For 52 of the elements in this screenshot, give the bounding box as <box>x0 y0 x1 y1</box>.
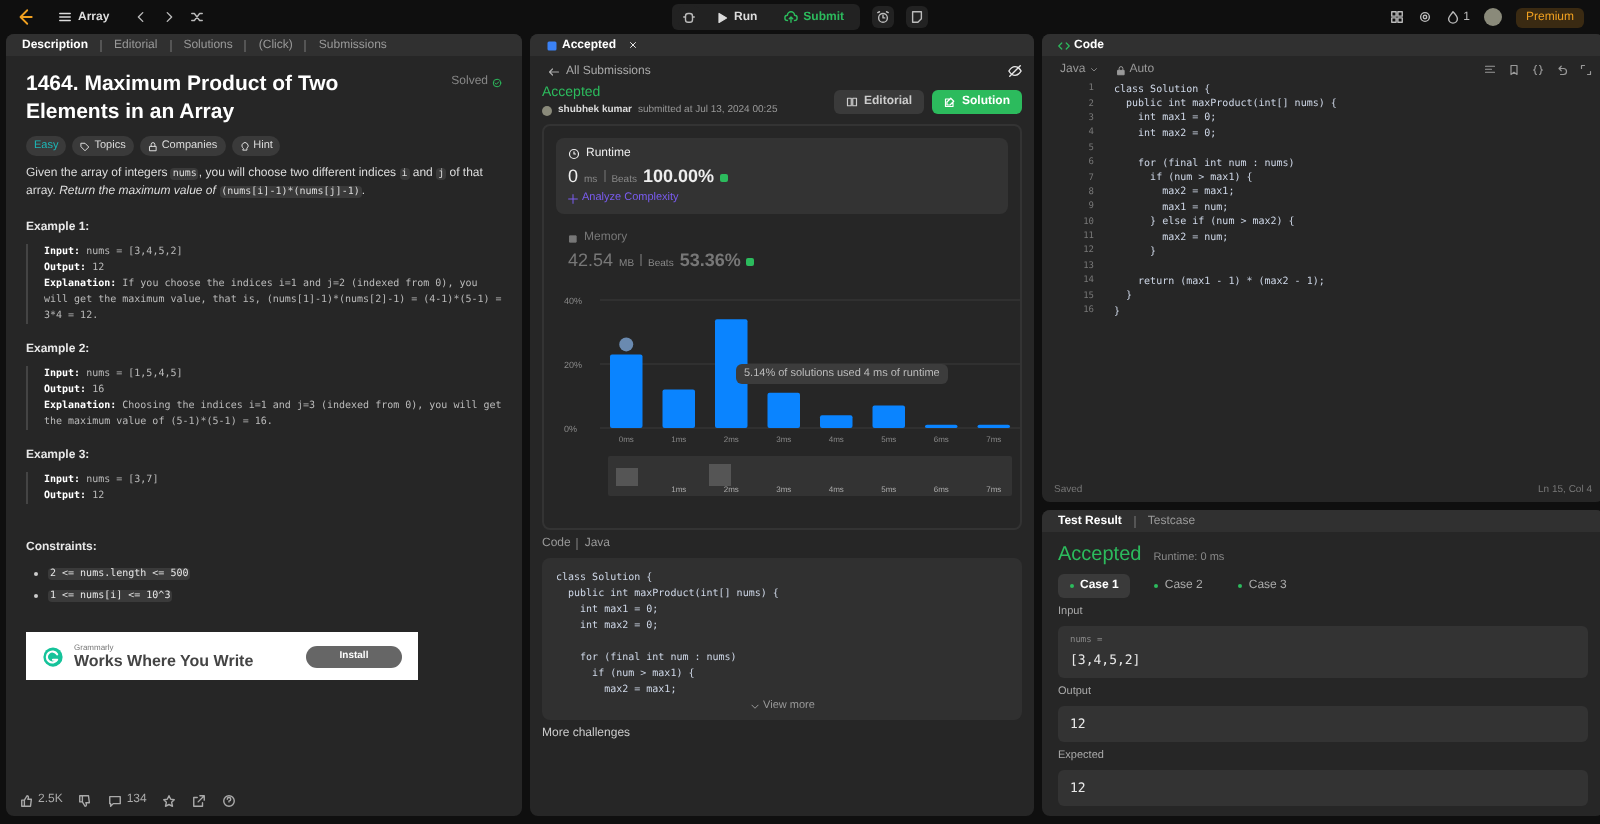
settings-icon[interactable] <box>1417 10 1432 24</box>
check-circle-icon <box>492 77 502 87</box>
chart-bar[interactable] <box>767 392 800 428</box>
lock-icon <box>1115 65 1126 75</box>
lock-icon <box>147 141 158 151</box>
expand-icon[interactable] <box>1580 64 1592 76</box>
cloud-upload-icon <box>783 10 798 24</box>
metric-value: 42.54 <box>568 250 614 270</box>
beats-percent: 53.36% <box>679 250 741 270</box>
lightbulb-icon <box>239 141 250 151</box>
braces-icon[interactable] <box>1532 64 1544 76</box>
comment-icon <box>108 793 123 807</box>
grammarly-logo-icon <box>42 645 64 667</box>
badge-icon <box>720 174 729 182</box>
chevron-down-icon <box>749 701 760 711</box>
book-icon <box>845 95 858 107</box>
next-icon[interactable] <box>161 10 176 24</box>
list-icon <box>58 10 72 24</box>
clock-icon <box>568 148 580 160</box>
shuffle-icon[interactable] <box>189 10 204 24</box>
grid-icon[interactable] <box>1389 10 1404 24</box>
help-icon[interactable] <box>222 793 237 807</box>
badge-icon <box>746 258 755 266</box>
undo-icon[interactable] <box>1556 64 1568 76</box>
back-arrow-icon <box>548 65 560 77</box>
share-icon[interactable] <box>192 793 207 807</box>
previous-icon[interactable] <box>133 10 148 24</box>
ad-headline: Works Where You Write <box>74 652 256 670</box>
debug-icon[interactable] <box>682 10 696 24</box>
navigator-handle[interactable] <box>709 464 731 486</box>
bookmark-icon[interactable] <box>1508 64 1520 76</box>
edit-icon <box>944 95 956 107</box>
close-icon[interactable] <box>628 40 639 50</box>
metric-value: 0 <box>568 166 579 186</box>
problem-title: 1464. Maximum Product of Two Elements in an Array <box>26 70 341 126</box>
navigator-handle[interactable] <box>616 468 638 486</box>
alarm-clock-icon[interactable] <box>876 10 891 24</box>
play-icon <box>716 11 728 23</box>
thumbs-down-icon[interactable] <box>78 793 93 807</box>
result-status: Accepted <box>1058 544 1142 566</box>
format-icon[interactable] <box>1484 64 1496 76</box>
eye-off-icon[interactable] <box>1008 64 1022 78</box>
beats-percent: 100.00% <box>642 166 715 186</box>
note-icon[interactable] <box>910 10 925 24</box>
code-icon <box>1058 39 1070 51</box>
tag-icon <box>80 141 91 151</box>
avatar[interactable] <box>1484 8 1502 26</box>
star-icon[interactable] <box>162 793 177 807</box>
chart-bar[interactable] <box>715 319 748 428</box>
avatar <box>542 105 552 115</box>
thumbs-up-icon <box>20 793 34 807</box>
avatar-icon <box>619 337 634 352</box>
